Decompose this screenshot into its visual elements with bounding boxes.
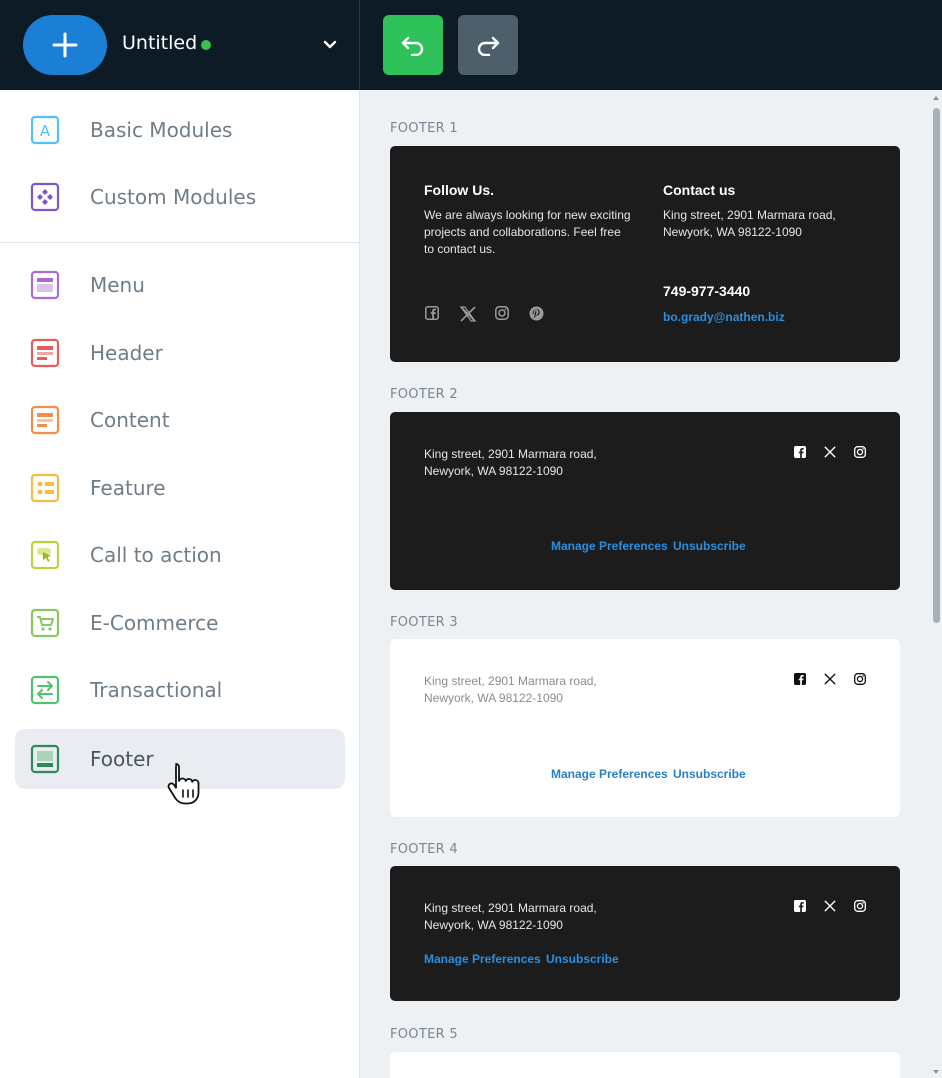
footer-template-4[interactable]: King street, 2901 Marmara road, Newyork,… — [390, 866, 900, 1001]
feature-layout-icon — [30, 473, 60, 503]
cart-icon — [30, 608, 60, 638]
saved-status-dot — [201, 40, 211, 50]
sidebar-item-call-to-action[interactable]: Call to action — [15, 525, 345, 585]
scroll-up-arrow-icon[interactable] — [932, 94, 940, 102]
facebook-icon[interactable] — [425, 306, 439, 320]
sidebar-item-feature[interactable]: Feature — [15, 458, 345, 518]
plus-icon — [52, 32, 78, 58]
address-line-2: Newyork, WA 98122-1090 — [663, 225, 802, 239]
instagram-icon[interactable] — [854, 673, 866, 685]
instagram-icon[interactable] — [495, 306, 509, 320]
sidebar-item-label: Transactional — [90, 678, 223, 702]
sidebar-item-label: Menu — [90, 273, 145, 297]
sidebar-item-content[interactable]: Content — [15, 390, 345, 450]
sidebar-item-header[interactable]: Header — [15, 323, 345, 383]
address-line-2: Newyork, WA 98122-1090 — [424, 691, 563, 705]
follow-title: Follow Us. — [424, 182, 494, 198]
follow-text-line-1: We are always looking for new exciting — [424, 208, 631, 222]
x-icon[interactable] — [460, 306, 476, 322]
follow-text-line-3: to contact us. — [424, 242, 496, 256]
section-label-footer-3: FOOTER 3 — [390, 615, 458, 630]
x-icon[interactable] — [824, 446, 836, 458]
undo-button[interactable] — [383, 15, 443, 75]
chevron-down-icon[interactable] — [322, 38, 338, 52]
content-layout-icon — [30, 405, 60, 435]
footer-template-3[interactable]: King street, 2901 Marmara road, Newyork,… — [390, 639, 900, 817]
facebook-icon[interactable] — [794, 446, 806, 458]
footer-template-2[interactable]: King street, 2901 Marmara road, Newyork,… — [390, 412, 900, 590]
sidebar-item-label: Footer — [90, 747, 154, 771]
arrows-exchange-icon — [30, 675, 60, 705]
sidebar-item-label: Content — [90, 408, 170, 432]
address-line-1: King street, 2901 Marmara road, — [424, 674, 597, 688]
sidebar-item-label: Header — [90, 341, 163, 365]
hand-pointer-cursor-icon — [167, 763, 200, 805]
sidebar-item-custom-modules[interactable]: Custom Modules — [15, 167, 345, 227]
unsubscribe-link[interactable]: Unsubscribe — [546, 952, 619, 966]
sidebar-item-menu[interactable]: Menu — [15, 255, 345, 315]
x-icon[interactable] — [824, 900, 836, 912]
contact-title: Contact us — [663, 182, 736, 198]
module-sidebar: A Basic Modules Custom Modules Menu Head… — [0, 90, 360, 1078]
address-line-2: Newyork, WA 98122-1090 — [424, 918, 563, 932]
sidebar-item-label: E-Commerce — [90, 611, 219, 635]
footer-template-1[interactable]: Follow Us. We are always looking for new… — [390, 146, 900, 362]
section-label-footer-5: FOOTER 5 — [390, 1027, 458, 1042]
facebook-icon[interactable] — [794, 900, 806, 912]
top-bar: Untitled — [0, 0, 942, 90]
sidebar-item-label: Basic Modules — [90, 118, 233, 142]
sidebar-item-label: Custom Modules — [90, 185, 257, 209]
sidebar-item-label: Call to action — [90, 543, 222, 567]
section-label-footer-1: FOOTER 1 — [390, 121, 458, 136]
footer-template-5[interactable] — [390, 1052, 900, 1078]
cursor-click-icon — [30, 540, 60, 570]
x-icon[interactable] — [824, 673, 836, 685]
sidebar-item-basic-modules[interactable]: A Basic Modules — [15, 100, 345, 160]
address-line-2: Newyork, WA 98122-1090 — [424, 464, 563, 478]
instagram-icon[interactable] — [854, 446, 866, 458]
scroll-down-arrow-icon[interactable] — [932, 1068, 940, 1076]
header-layout-icon — [30, 338, 60, 368]
address-line-1: King street, 2901 Marmara road, — [663, 208, 836, 222]
sidebar-divider — [0, 242, 360, 243]
document-title[interactable]: Untitled — [122, 32, 197, 54]
footer-templates-panel: FOOTER 1 Follow Us. We are always lookin… — [361, 90, 942, 1078]
follow-text-line-2: projects and collaborations. Feel free — [424, 225, 621, 239]
email-link[interactable]: bo.grady@nathen.biz — [663, 310, 785, 324]
instagram-icon[interactable] — [854, 900, 866, 912]
redo-button[interactable] — [458, 15, 518, 75]
address-line-1: King street, 2901 Marmara road, — [424, 447, 597, 461]
section-label-footer-2: FOOTER 2 — [390, 387, 458, 402]
menu-layout-icon — [30, 270, 60, 300]
facebook-icon[interactable] — [794, 673, 806, 685]
redo-icon — [477, 36, 500, 56]
sidebar-item-e-commerce[interactable]: E-Commerce — [15, 593, 345, 653]
add-button[interactable] — [23, 15, 107, 75]
sidebar-item-label: Feature — [90, 476, 166, 500]
undo-icon — [401, 36, 424, 56]
phone-number: 749-977-3440 — [663, 283, 751, 299]
sidebar-item-transactional[interactable]: Transactional — [15, 660, 345, 720]
manage-preferences-link[interactable]: Manage Preferences — [551, 767, 668, 781]
manage-preferences-link[interactable]: Manage Preferences — [424, 952, 541, 966]
pinterest-icon[interactable] — [529, 306, 544, 321]
svg-text:A: A — [40, 122, 51, 140]
components-icon — [30, 182, 60, 212]
document-panel: Untitled — [0, 0, 360, 90]
letter-a-icon: A — [30, 115, 60, 145]
footer-layout-icon — [30, 744, 60, 774]
unsubscribe-link[interactable]: Unsubscribe — [673, 539, 746, 553]
unsubscribe-link[interactable]: Unsubscribe — [673, 767, 746, 781]
manage-preferences-link[interactable]: Manage Preferences — [551, 539, 668, 553]
scrollbar-thumb[interactable] — [933, 108, 940, 623]
address-line-1: King street, 2901 Marmara road, — [424, 901, 597, 915]
section-label-footer-4: FOOTER 4 — [390, 842, 458, 857]
